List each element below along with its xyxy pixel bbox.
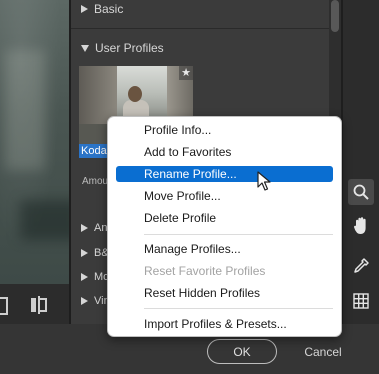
expand-triangle-icon	[81, 249, 88, 257]
menu-item-profile-info[interactable]: Profile Info...	[116, 122, 333, 138]
section-user-profiles-label: User Profiles	[95, 41, 164, 55]
before-after-compare-icon[interactable]	[31, 296, 47, 314]
menu-separator	[144, 234, 333, 235]
section-basic-label: Basic	[94, 2, 124, 16]
menu-item-add-to-favorites[interactable]: Add to Favorites	[116, 144, 333, 160]
profile-group-row[interactable]: An	[81, 222, 107, 234]
profile-group-row[interactable]: Vin	[81, 295, 110, 307]
expand-triangle-icon	[81, 273, 88, 281]
favorite-star-icon[interactable]: ★	[179, 66, 193, 80]
collapse-triangle-icon	[81, 44, 89, 52]
menu-item-reset-favorite-profiles: Reset Favorite Profiles	[144, 264, 266, 278]
profile-group-row[interactable]: B&	[81, 247, 109, 259]
expand-triangle-icon	[81, 5, 88, 13]
section-basic[interactable]: Basic	[81, 2, 123, 16]
hand-icon[interactable]	[348, 213, 374, 239]
photo-preview	[0, 0, 69, 284]
profile-context-menu: Profile Info... Add to Favorites Rename …	[107, 116, 342, 337]
section-user-profiles[interactable]: User Profiles	[81, 41, 164, 55]
menu-item-rename-profile[interactable]: Rename Profile...	[116, 166, 333, 182]
tool-strip	[343, 0, 379, 324]
profile-group-row[interactable]: Mo	[81, 271, 109, 283]
cancel-button[interactable]: Cancel	[292, 339, 354, 364]
panel-scrollbar-thumb[interactable]	[331, 0, 339, 32]
amount-label: Amou	[82, 176, 109, 187]
grid-icon[interactable]	[348, 288, 374, 314]
crop-edge-icon[interactable]	[0, 297, 8, 315]
preview-toolbar	[0, 284, 69, 324]
zoom-icon[interactable]	[348, 179, 374, 205]
menu-separator	[144, 308, 333, 309]
mouse-pointer-icon	[257, 171, 271, 191]
menu-item-import-profiles[interactable]: Import Profiles & Presets...	[116, 316, 333, 332]
expand-triangle-icon	[81, 224, 88, 232]
eyedropper-icon[interactable]	[348, 253, 374, 279]
ok-button[interactable]: OK	[207, 339, 277, 364]
menu-item-delete-profile[interactable]: Delete Profile	[116, 210, 333, 226]
menu-item-move-profile[interactable]: Move Profile...	[116, 188, 333, 204]
menu-item-manage-profiles[interactable]: Manage Profiles...	[116, 241, 333, 257]
profile-group-label: An	[94, 222, 108, 234]
expand-triangle-icon	[81, 297, 88, 305]
menu-item-reset-hidden-profiles[interactable]: Reset Hidden Profiles	[116, 285, 333, 301]
